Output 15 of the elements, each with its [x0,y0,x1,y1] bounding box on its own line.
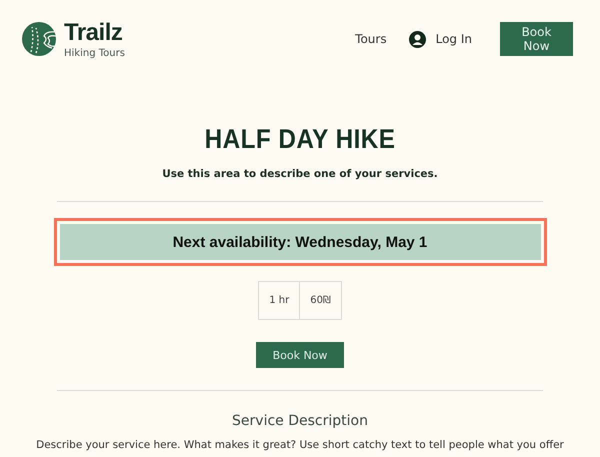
page-title: HALF DAY HIKE [204,124,396,155]
detail-chip: 60₪ [300,281,342,320]
brand-name: Trailz [64,20,124,46]
brand-tagline: Hiking Tours [64,48,125,58]
page-subtitle: Use this area to describe one of your services. [162,168,438,180]
nav-link[interactable]: Tours [355,32,387,46]
description-text: Describe your service here. What makes it great? Use short catchy text to tell people what you offer [36,439,564,451]
user-icon[interactable] [408,30,426,48]
logo-icon [22,22,56,56]
book-now-button[interactable]: Book Now [500,22,573,56]
detail-chip: 1 hr [258,281,300,320]
book-now-button[interactable]: Book Now [256,342,344,368]
section-heading: Service Description [232,413,368,429]
login-link[interactable]: Log In [436,32,472,46]
availability-banner: Next availability: Wednesday, May 1 [60,224,540,260]
